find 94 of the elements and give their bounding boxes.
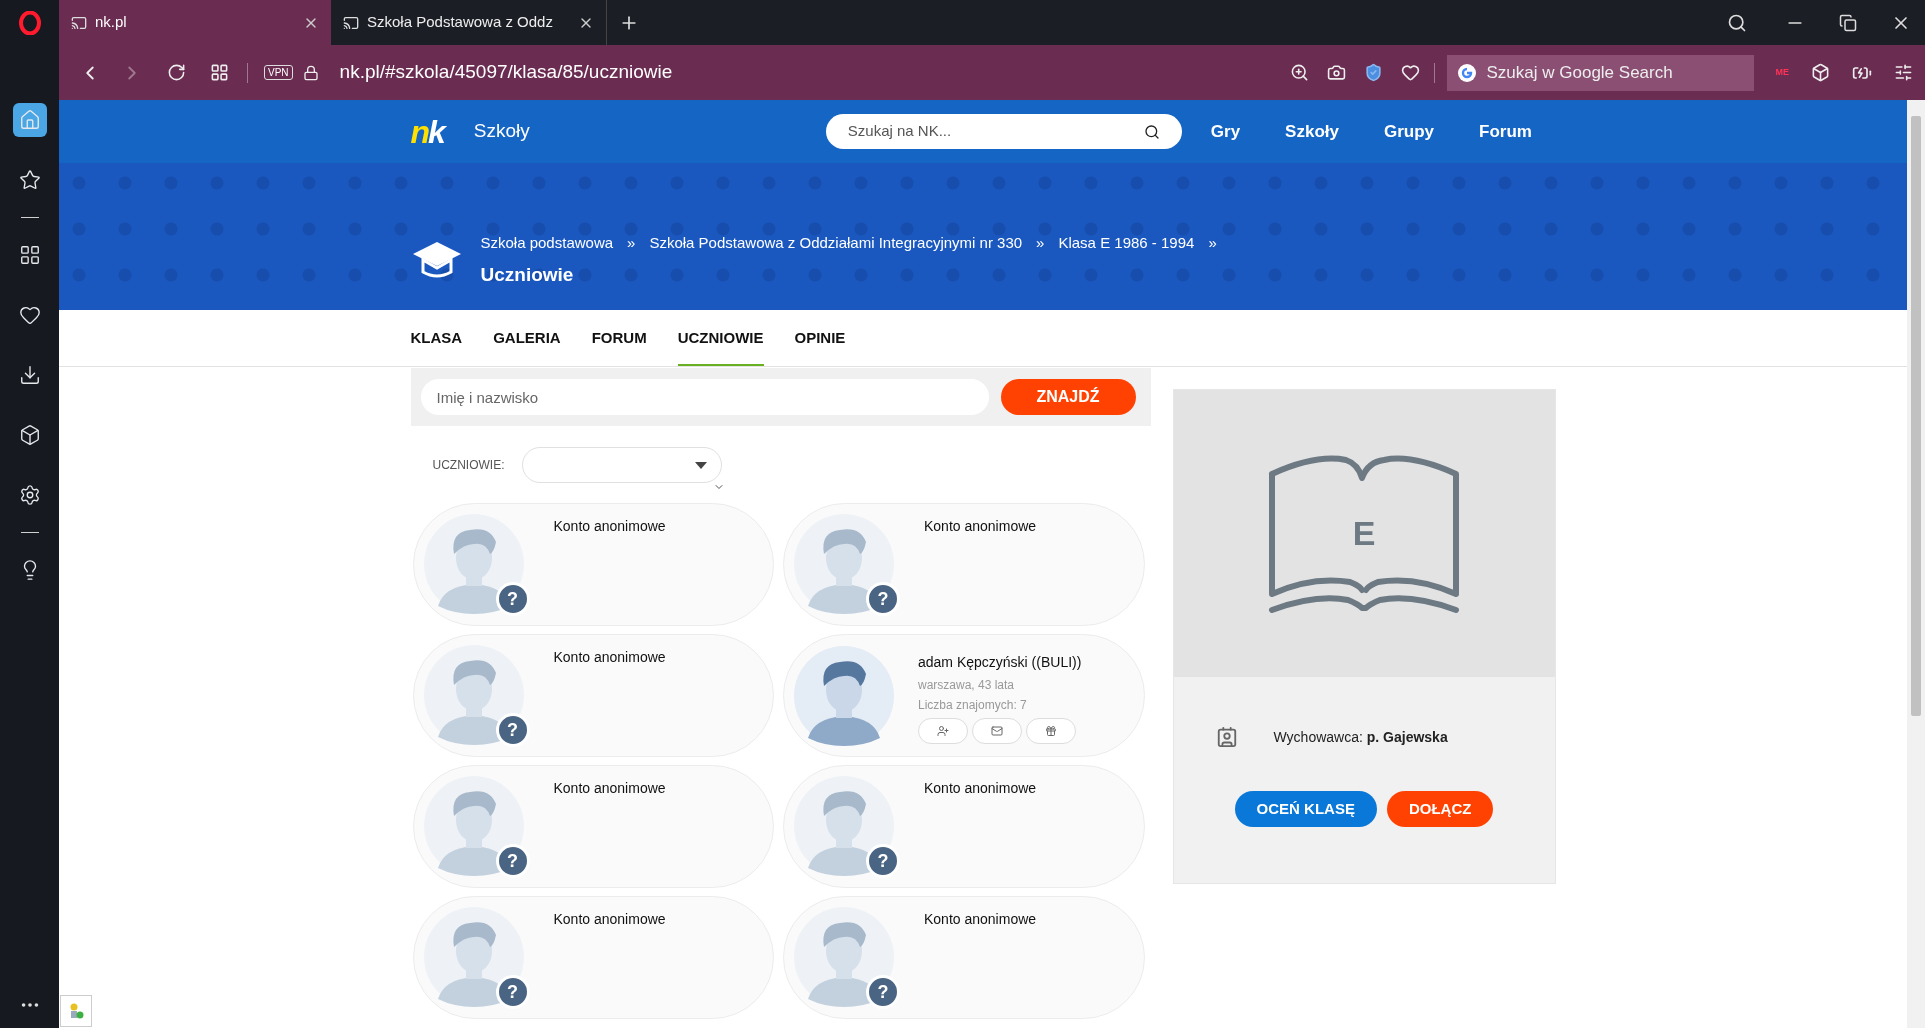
- question-badge: ?: [866, 582, 900, 616]
- student-card[interactable]: adam Kępczyński ((BULI)) warszawa, 43 lata Liczba znajomych: 7: [783, 634, 1145, 757]
- cube-icon[interactable]: [1811, 63, 1830, 82]
- tab-favicon-icon: [71, 14, 87, 31]
- search-icon[interactable]: [1143, 123, 1160, 140]
- section-tab[interactable]: KLASA: [410, 310, 463, 366]
- breadcrumb-separator: »: [627, 233, 636, 253]
- site-logo[interactable]: nk: [410, 115, 444, 148]
- nav-link[interactable]: Szkoły: [1285, 118, 1339, 145]
- name-search-field[interactable]: Imię i nazwisko: [420, 379, 989, 415]
- restore-icon[interactable]: [1839, 13, 1857, 32]
- filter-label: UCZNIOWIE:: [432, 457, 505, 474]
- contact-card-icon: [1215, 726, 1238, 748]
- cube-icon: [18, 424, 41, 446]
- class-teacher: Wychowawca: p. Gajewska: [1273, 727, 1448, 747]
- student-card[interactable]: ? Konto anonimowe: [412, 765, 774, 888]
- student-name[interactable]: adam Kępczyński ((BULI)): [918, 651, 1082, 673]
- envelope-icon: [991, 724, 1003, 737]
- settings-icon[interactable]: [1894, 63, 1913, 82]
- friends-count: Liczba znajomych: 7: [918, 696, 1028, 714]
- tab-favicon-icon: [343, 14, 359, 31]
- student-name: Konto anonimowe: [924, 910, 1037, 929]
- search-icon[interactable]: [1727, 12, 1747, 33]
- nav-link[interactable]: Grupy: [1383, 118, 1435, 145]
- student-name: Konto anonimowe: [553, 517, 666, 536]
- browser-tab[interactable]: nk.pl: [59, 0, 331, 45]
- status-icon[interactable]: [60, 995, 92, 1027]
- open-book-icon: [1266, 453, 1462, 614]
- breadcrumb-separator: »: [1036, 233, 1045, 253]
- student-name: Konto anonimowe: [924, 517, 1037, 536]
- section-tab[interactable]: UCZNIOWIE: [677, 310, 764, 366]
- avatar-silhouette-icon: [423, 645, 524, 745]
- student-name: Konto anonimowe: [553, 779, 666, 798]
- shield-icon[interactable]: [1363, 63, 1383, 82]
- breadcrumb-link[interactable]: Klasa E 1986 - 1994: [1058, 232, 1195, 255]
- student-name: Konto anonimowe: [924, 779, 1037, 798]
- student-card[interactable]: ? Konto anonimowe: [783, 503, 1145, 626]
- heart-icon[interactable]: [1400, 63, 1420, 82]
- vpn-badge[interactable]: VPN: [264, 65, 293, 80]
- nav-link[interactable]: Forum: [1479, 118, 1532, 145]
- camera-icon[interactable]: [1326, 63, 1346, 82]
- question-badge: ?: [866, 844, 900, 878]
- class-letter: E: [1352, 513, 1376, 554]
- student-location-age: warszawa, 43 lata: [918, 676, 1016, 694]
- nav-link[interactable]: Gry: [1210, 118, 1241, 145]
- breadcrumb-separator: »: [1208, 233, 1217, 253]
- question-badge: ?: [866, 975, 900, 1009]
- section-tab[interactable]: OPINIE: [794, 310, 846, 366]
- add-person-icon: [937, 724, 949, 737]
- page-title: Uczniowie: [480, 262, 575, 287]
- home-icon: [18, 109, 41, 131]
- site-search-placeholder: Szukaj na NK...: [847, 121, 953, 142]
- star-icon: [18, 169, 41, 191]
- student-card[interactable]: ? Konto anonimowe: [412, 634, 774, 757]
- avatar-silhouette-icon: [794, 645, 894, 746]
- breadcrumb-link[interactable]: Szkoła Podstawowa z Oddziałami Integracyjnymi nr 330: [649, 232, 1023, 255]
- magnifier-icon[interactable]: [1289, 63, 1309, 82]
- lock-icon: [302, 64, 319, 81]
- section-tab[interactable]: FORUM: [591, 310, 647, 366]
- sidebar-item[interactable]: [12, 103, 47, 137]
- site-search-field[interactable]: Szukaj na NK...: [825, 114, 1182, 149]
- student-card[interactable]: ? Konto anonimowe: [412, 896, 774, 1019]
- breadcrumb-link[interactable]: Szkoła podstawowa: [480, 232, 614, 255]
- web-search-placeholder: Szukaj w Google Search: [1486, 61, 1673, 84]
- grid-icon[interactable]: [210, 63, 229, 82]
- student-card[interactable]: ? Konto anonimowe: [783, 896, 1145, 1019]
- section-title[interactable]: Szkoły: [473, 117, 530, 146]
- scrollbar[interactable]: [1907, 100, 1925, 1028]
- student-card[interactable]: ? Konto anonimowe: [783, 765, 1145, 888]
- section-tab[interactable]: GALERIA: [493, 310, 561, 366]
- student-name: Konto anonimowe: [553, 648, 666, 667]
- student-name: Konto anonimowe: [553, 910, 666, 929]
- avatar-silhouette-icon: [794, 776, 894, 876]
- gift-button[interactable]: [1026, 717, 1076, 744]
- heart-icon: [18, 304, 41, 326]
- gift-icon: [1045, 724, 1057, 737]
- tab-title: nk.pl: [95, 12, 128, 33]
- download-icon: [18, 364, 41, 386]
- url-text[interactable]: nk.pl/#szkola/45097/klasa/85/uczniowie: [339, 58, 673, 87]
- rate-class-button[interactable]: OCEŃ KLASĘ: [1234, 791, 1377, 827]
- avatar-silhouette-icon: [794, 907, 894, 1007]
- avatar-silhouette-icon: [423, 907, 524, 1007]
- dropdown-arrow-icon: [694, 461, 707, 469]
- settings-icon: [18, 484, 41, 506]
- avatar-silhouette-icon: [423, 514, 524, 614]
- tab-title: Szkoła Podstawowa z Oddz: [367, 12, 554, 33]
- grid-icon: [18, 244, 41, 266]
- search-engine-logo-icon: [1456, 62, 1477, 83]
- student-card[interactable]: ? Konto anonimowe: [412, 503, 774, 626]
- avatar-silhouette-icon: [794, 514, 894, 614]
- avatar-silhouette-icon: [423, 776, 524, 876]
- reload-icon[interactable]: [167, 63, 186, 82]
- web-search-field[interactable]: Szukaj w Google Search: [1446, 54, 1754, 91]
- browser-logo-icon[interactable]: [18, 10, 41, 35]
